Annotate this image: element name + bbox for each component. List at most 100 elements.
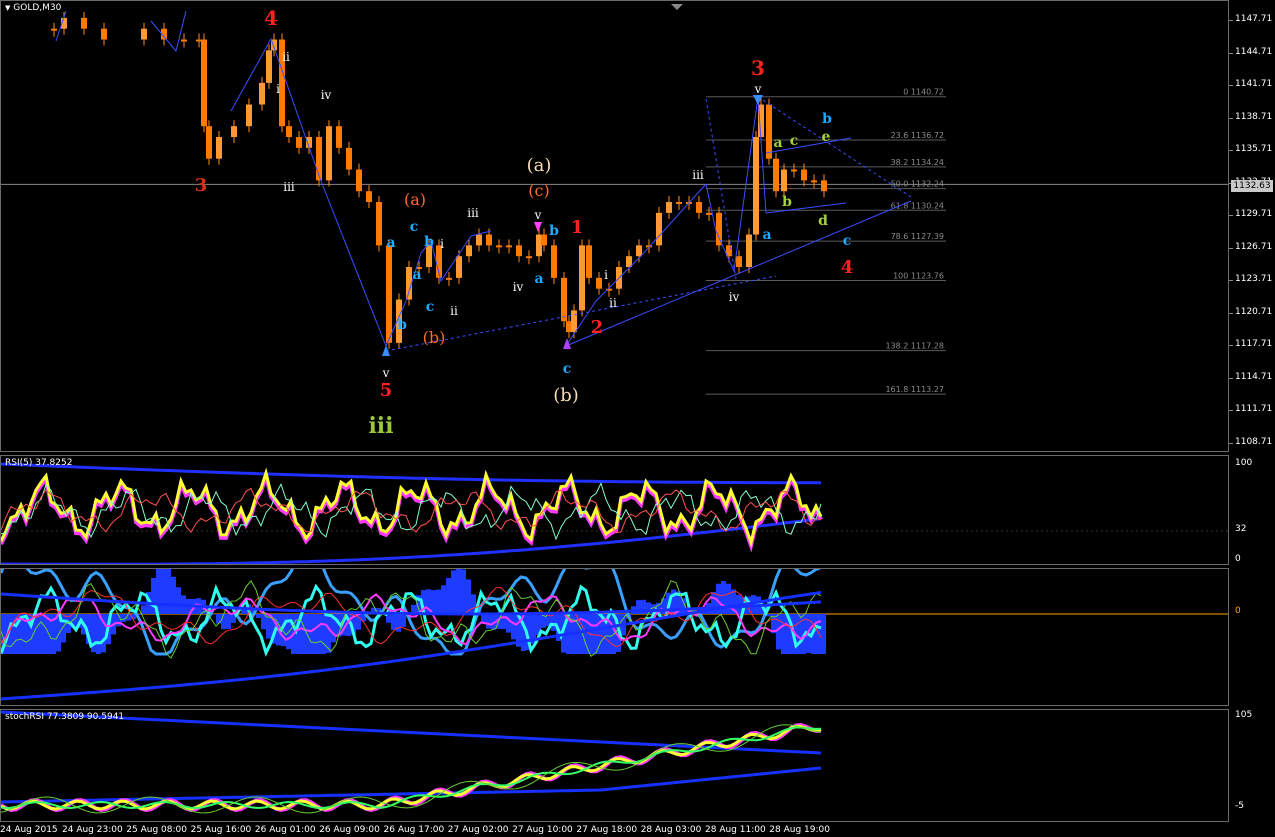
- rsi-panel[interactable]: RSI(5) 37.8252: [0, 455, 1229, 565]
- candle-body: [446, 277, 452, 280]
- rsi-axis-100: 100: [1235, 458, 1253, 468]
- time-axis-label: 28 Aug 03:00: [640, 825, 702, 835]
- osc-histogram-bar: [261, 614, 266, 630]
- wave-label-c: c: [790, 133, 799, 149]
- osc-histogram-bar: [41, 614, 46, 654]
- time-axis: 24 Aug 2015 24 Aug 23:00 25 Aug 08:00 25 Au…: [0, 823, 1275, 837]
- price-axis-label: 1126.71: [1235, 241, 1273, 252]
- candle-body: [579, 245, 585, 311]
- candle-body: [141, 28, 147, 40]
- price-axis-label: 1108.71: [1235, 436, 1273, 447]
- scroll-marker-icon: [671, 4, 683, 10]
- candle-body: [706, 212, 712, 215]
- symbol-label: ▼ GOLD,M30: [5, 3, 61, 13]
- oscillator-svg: [1, 569, 1228, 701]
- osc-histogram-bar: [321, 614, 326, 654]
- price-tick: [1229, 312, 1233, 314]
- time-axis-label: 26 Aug 01:00: [254, 825, 316, 835]
- candle-body: [716, 212, 722, 246]
- price-axis[interactable]: 1147.71 1144.71 1141.71 1138.71 1135.71 1132.…: [1229, 0, 1275, 452]
- wave-label-w1: 1: [571, 217, 584, 238]
- candle-body: [259, 82, 265, 105]
- osc-histogram-bar: [456, 569, 461, 614]
- price-axis-label: 1117.71: [1235, 339, 1273, 349]
- time-axis-label: 25 Aug 16:00: [190, 825, 252, 835]
- fib-level-label: 23.6 1136.72: [891, 131, 944, 140]
- candle-body: [506, 245, 512, 248]
- arrow-down-icon: [534, 222, 542, 232]
- wave-label-roman-iv: iv: [321, 88, 332, 102]
- wave-label-b: b: [549, 223, 559, 239]
- wave-label-roman-ii: ii: [450, 304, 458, 318]
- osc-histogram-bar: [486, 614, 491, 629]
- stochrsi-panel[interactable]: stochRSI 77.3809 90.5941: [0, 709, 1229, 822]
- candle-body: [346, 147, 352, 170]
- wave-label-a: a: [412, 267, 421, 283]
- price-axis-label: 1144.71: [1235, 46, 1273, 57]
- rsi-axis-0: 0: [1235, 554, 1241, 564]
- wave-label-roman-v: v: [754, 82, 762, 96]
- osc-histogram-bar: [96, 614, 101, 654]
- candle-body: [486, 234, 492, 246]
- osc-histogram-bar: [311, 614, 316, 654]
- fib-level-label: 50.0 1132.24: [891, 180, 944, 189]
- osc-histogram-bar: [161, 569, 166, 614]
- candle-body: [206, 126, 212, 159]
- osc-histogram-bar: [391, 614, 396, 630]
- wave-label-c: c: [426, 299, 435, 315]
- candle-body: [811, 180, 817, 183]
- candle-body: [476, 234, 482, 246]
- candle-body: [753, 137, 759, 235]
- osc-histogram-bar: [436, 589, 441, 614]
- candle-body: [81, 17, 87, 29]
- dropdown-triangle-icon[interactable]: ▼: [5, 4, 10, 12]
- wave-label-roman-iv: iv: [729, 290, 740, 304]
- osc-histogram-bar: [401, 614, 406, 627]
- candle-body: [696, 202, 702, 213]
- price-axis-label: 1141.71: [1235, 79, 1273, 89]
- candle-body: [676, 202, 682, 205]
- fib-level-label: 38.2 1134.24: [891, 158, 944, 167]
- osc-histogram-bar: [396, 614, 401, 632]
- wave-label-a: a: [386, 235, 395, 251]
- osc-histogram-bar: [36, 614, 41, 654]
- candle-body: [456, 256, 462, 278]
- wave-label-w4-right: 4: [841, 257, 854, 278]
- wave-label-w5: 5: [380, 380, 393, 401]
- fib-level-label: 0 1140.72: [903, 88, 944, 97]
- price-tick: [1229, 85, 1233, 86]
- wave-label-c-paren: (c): [528, 181, 549, 200]
- osc-histogram-bar: [316, 614, 321, 654]
- time-axis-label: 27 Aug 10:00: [512, 825, 573, 835]
- candle-body: [656, 212, 662, 246]
- osc-histogram-bar: [781, 614, 786, 654]
- wave-label-b-paren: (b): [553, 385, 579, 406]
- price-chart-panel[interactable]: 0 1140.72 23.6 1136.72 38.2 1134.24 50.0 11…: [0, 0, 1229, 452]
- wave-label-roman-ii: ii: [282, 50, 290, 64]
- candle-body: [571, 310, 577, 333]
- price-axis-label: 1147.71: [1235, 14, 1273, 24]
- time-axis-label: 24 Aug 2015: [0, 825, 58, 835]
- candle-body: [516, 245, 522, 257]
- oscillator-panel[interactable]: [0, 568, 1229, 706]
- wave-label-a: a: [773, 135, 782, 151]
- price-tick: [1229, 377, 1233, 379]
- wave-label-a-paren: (a): [527, 155, 552, 176]
- candle-body: [551, 245, 557, 278]
- rsi-label: RSI(5) 37.8252: [5, 458, 73, 468]
- wave-label-d: d: [818, 213, 828, 229]
- candle-body: [266, 50, 272, 83]
- price-tick: [1229, 20, 1233, 21]
- candle-body: [356, 169, 362, 192]
- wave-label-w4-top: 4: [264, 6, 278, 30]
- candle-body: [541, 234, 547, 246]
- price-axis-label: 1111.71: [1235, 404, 1273, 414]
- candle-body: [181, 39, 187, 42]
- price-tick: [1229, 52, 1233, 54]
- wave-label-b-orange: (b): [423, 328, 446, 347]
- candle-body: [666, 202, 672, 213]
- candle-body: [561, 277, 567, 322]
- price-tick: [1229, 215, 1233, 216]
- candle-body: [526, 256, 532, 259]
- fib-level-label: 161.8 1113.27: [885, 385, 944, 394]
